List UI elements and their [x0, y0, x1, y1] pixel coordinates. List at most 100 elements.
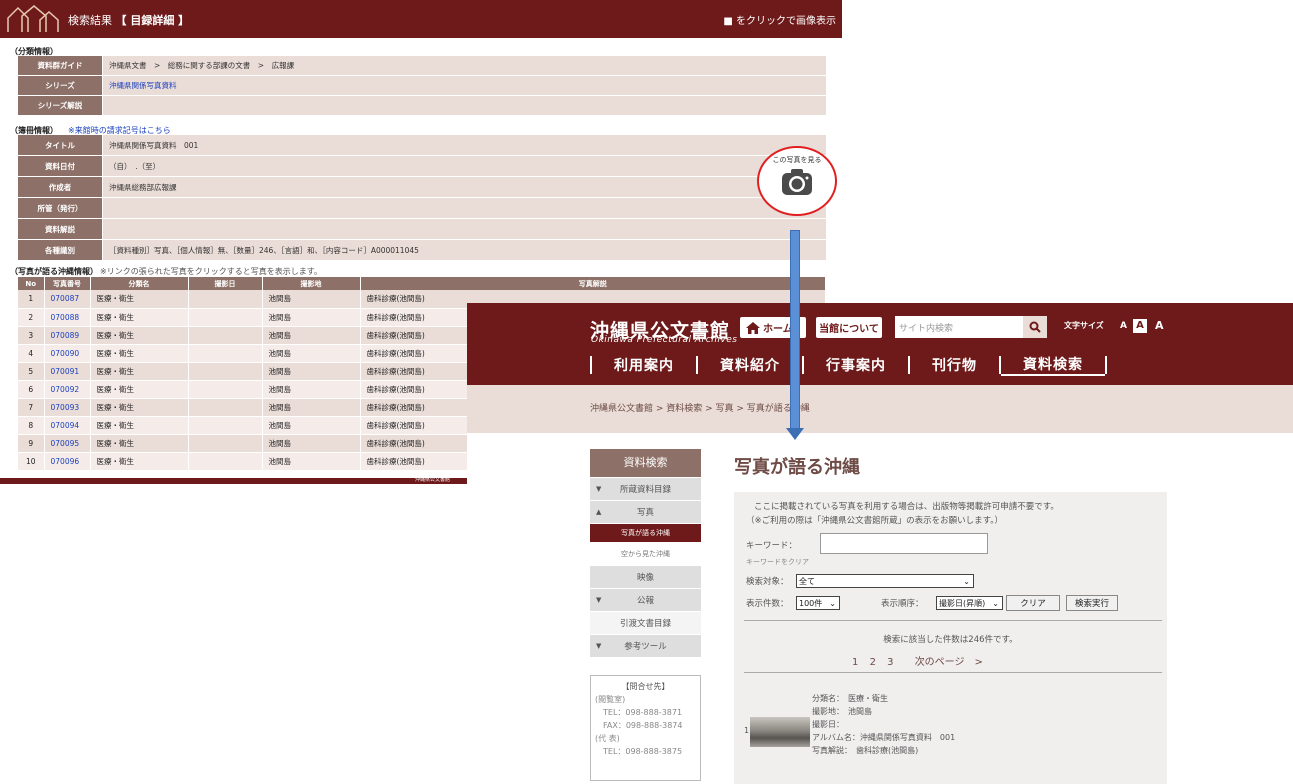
row-key: 資料日付: [18, 156, 102, 176]
nav-publications[interactable]: 刊行物: [910, 355, 999, 375]
page-1[interactable]: 1: [852, 657, 858, 668]
sidebar-item-gazette[interactable]: ▼ 公報: [590, 589, 701, 611]
photo-number-link[interactable]: 070089: [44, 326, 91, 345]
nav-events[interactable]: 行事案内: [804, 355, 908, 375]
series-link[interactable]: 沖縄県関係写真資料: [103, 76, 826, 95]
photo-date: [188, 416, 263, 435]
photo-location: 池間島: [262, 326, 361, 345]
photo-date: [188, 344, 263, 363]
photo-location: 池間島: [262, 290, 361, 309]
photo-row-no: 3: [18, 326, 45, 345]
photo-number-link[interactable]: 070090: [44, 344, 91, 363]
photo-location: 池間島: [262, 452, 361, 471]
request-code-link[interactable]: ※来館時の請求記号はこちら: [68, 126, 171, 135]
sidebar-item-catalog[interactable]: ▼ 所蔵資料目録: [590, 478, 701, 500]
breadcrumb: 沖縄県公文書館 > 資料検索 > 写真 > 写真が語る沖縄: [467, 385, 1293, 433]
photo-row-no: 10: [18, 452, 45, 471]
sidebar-item-photos[interactable]: ▲ 写真: [590, 501, 701, 523]
photo-row-no: 5: [18, 362, 45, 381]
photo-section-label: （写真が語る沖縄情報） ※リンクの張られた写真をクリックすると写真を表示します。: [10, 267, 322, 276]
contact-title: 【問合せ先】: [621, 682, 670, 691]
photo-number-link[interactable]: 070093: [44, 398, 91, 417]
chevron-down-icon: ▼: [596, 596, 602, 604]
clear-button[interactable]: クリア: [1006, 595, 1060, 611]
target-select[interactable]: 全て ⌄: [796, 574, 974, 588]
photo-date: [188, 380, 263, 399]
nav-collections[interactable]: 資料紹介: [698, 355, 802, 375]
page-2[interactable]: 2: [870, 657, 876, 668]
row-key: 各種識別: [18, 240, 102, 260]
chevron-up-icon: ▲: [596, 508, 602, 516]
sidebar-item-transfer[interactable]: 引渡文書目録: [590, 612, 701, 634]
photo-category: 医療・衛生: [90, 290, 189, 309]
chevron-down-icon: ⌄: [992, 598, 999, 608]
photo-category: 医療・衛生: [90, 308, 189, 327]
volume-row: 資料解説: [18, 219, 826, 239]
contact-line: TEL：098-888-3871: [603, 708, 683, 717]
order-select[interactable]: 撮影日(昇順) ⌄: [936, 596, 1003, 610]
photo-number-link[interactable]: 070096: [44, 452, 91, 471]
sidebar-item-photo-okinawa[interactable]: 写真が語る沖縄: [590, 524, 701, 542]
font-size-medium[interactable]: A: [1133, 319, 1147, 333]
row-key: タイトル: [18, 135, 102, 155]
keyword-label: キーワード：: [746, 541, 798, 551]
photo-search-window: 沖縄県公文書館 Okinawa Prefectural Archives ホーム…: [467, 303, 1293, 784]
photo-date: [188, 362, 263, 381]
classification-row: 資料群ガイド 沖縄県文書 > 総務に関する部課の文書 > 広報課: [18, 56, 826, 75]
contact-line: TEL：098-888-3875: [603, 747, 683, 756]
font-size-large[interactable]: A: [1155, 319, 1164, 332]
keyword-input[interactable]: [820, 533, 988, 554]
page-heading: 写真が語る沖縄: [734, 457, 860, 478]
chevron-down-icon: ▼: [596, 485, 602, 493]
view-photo-button[interactable]: この写真を見る: [757, 146, 837, 216]
result-location: 撮影地： 池間島: [812, 707, 872, 716]
nav-search[interactable]: 資料検索: [1001, 354, 1105, 376]
photo-number-link[interactable]: 070088: [44, 308, 91, 327]
photo-location: 池間島: [262, 362, 361, 381]
photo-category: 医療・衛生: [90, 362, 189, 381]
font-size-small[interactable]: A: [1120, 321, 1127, 331]
clear-keyword-link[interactable]: キーワードをクリア: [746, 557, 809, 567]
photo-location: 池間島: [262, 380, 361, 399]
archives-logo-icon: [7, 5, 59, 32]
photo-number-link[interactable]: 070091: [44, 362, 91, 381]
photo-number-link[interactable]: 070092: [44, 380, 91, 399]
photo-section-note: ※リンクの張られた写真をクリックすると写真を表示します。: [100, 267, 322, 276]
photo-number-link[interactable]: 070087: [44, 290, 91, 309]
sidebar-item-tools[interactable]: ▼ 参考ツール: [590, 635, 701, 657]
photo-category: 医療・衛生: [90, 326, 189, 345]
about-button[interactable]: 当館について: [816, 317, 882, 338]
photo-number-link[interactable]: 070095: [44, 434, 91, 453]
result-number: 1: [744, 726, 750, 735]
nav-guide[interactable]: 利用案内: [592, 355, 696, 375]
search-execute-button[interactable]: 検索実行: [1066, 595, 1118, 611]
sidebar-item-video[interactable]: 映像: [590, 566, 701, 588]
usage-note-line1: ここに掲載されている写真を利用する場合は、出版物等掲載許可申請不要です。: [754, 502, 1059, 512]
next-page-link[interactable]: 次のページ >: [915, 657, 983, 668]
col-date: 撮影日: [188, 277, 263, 290]
photo-date: [188, 398, 263, 417]
site-search-button[interactable]: [1023, 316, 1047, 338]
photo-number-link[interactable]: 070094: [44, 416, 91, 435]
camera-icon: [782, 169, 812, 195]
sidebar-item-aerial[interactable]: 空から見た沖縄: [590, 543, 701, 565]
count-select[interactable]: 100件 ⌄: [796, 596, 840, 610]
row-key: シリーズ: [18, 76, 102, 95]
photo-location: 池間島: [262, 416, 361, 435]
photo-category: 医療・衛生: [90, 452, 189, 471]
volume-row: タイトル 沖縄県関係写真資料 001: [18, 135, 826, 155]
photo-date: [188, 308, 263, 327]
divider: [744, 620, 1162, 621]
row-value: 沖縄県関係写真資料 001: [103, 135, 826, 155]
photo-date: [188, 452, 263, 471]
page-3[interactable]: 3: [887, 657, 893, 668]
volume-row: 各種識別 ［資料種別］写真、［個人情報］無、［数量］246、［言語］和、［内容コー…: [18, 240, 826, 260]
chevron-down-icon: ▼: [596, 642, 602, 650]
site-search-input[interactable]: サイト内検索: [895, 316, 1023, 338]
col-location: 撮影地: [262, 277, 361, 290]
volume-row: 所管（発行）: [18, 198, 826, 218]
connector-arrow: [790, 230, 800, 430]
classification-table: 資料群ガイド 沖縄県文書 > 総務に関する部課の文書 > 広報課 シリーズ 沖縄…: [18, 56, 826, 116]
contact-line: (代 表): [595, 734, 620, 743]
result-thumbnail[interactable]: [750, 717, 810, 747]
